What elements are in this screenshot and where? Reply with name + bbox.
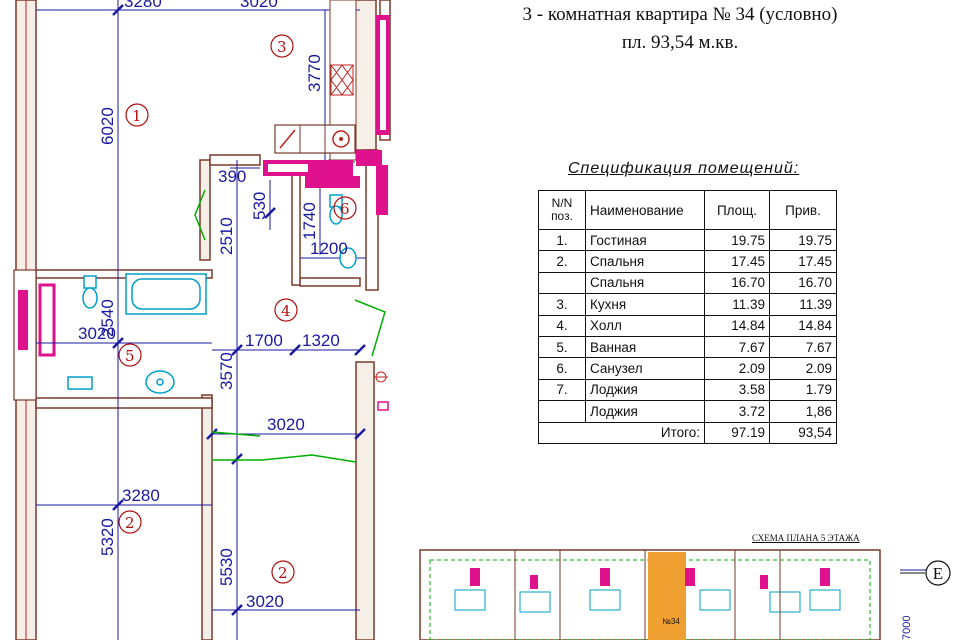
room-number-2a: 2 [125, 514, 135, 532]
spec-table: N/N поз. Наименование Площ. Прив. 1. Гост… [538, 190, 837, 444]
dim-1700: 1700 [245, 331, 283, 350]
spec-header-row: N/N поз. Наименование Площ. Прив. [538, 190, 837, 230]
row-num: 6. [538, 357, 586, 380]
row-num: 7. [538, 378, 586, 402]
room-number-1: 1 [132, 107, 142, 125]
dim-530: 530 [250, 192, 269, 220]
dim-3280-top: 3280 [124, 0, 162, 11]
dim-3020-hall: 3020 [267, 415, 305, 434]
room-number-6: 6 [340, 200, 350, 218]
col-reduced: Прив. [769, 190, 837, 230]
row-area: 14.84 [704, 314, 770, 337]
row-area: 11.39 [704, 293, 770, 316]
dim-3280-bed: 3280 [122, 486, 160, 505]
row-num: 5. [538, 335, 586, 359]
row-reduced: 19.75 [769, 228, 837, 252]
table-row: Спальня 16.70 16.70 [538, 271, 837, 295]
dim-1200: 1200 [310, 239, 348, 258]
col-area: Площ. [704, 190, 770, 230]
col-name: Наименование [585, 190, 705, 230]
row-name: Санузел [585, 357, 705, 380]
row-name: Кухня [585, 293, 705, 316]
apartment-area: пл. 93,54 м.кв. [621, 32, 739, 53]
scheme-apartment-marker: №34 [662, 617, 680, 626]
total-reduced: 93,54 [769, 421, 837, 444]
dim-1320: 1320 [302, 331, 340, 350]
table-row: 5. Ванная 7.67 7.67 [538, 335, 837, 359]
room-number-4: 4 [281, 302, 291, 320]
row-reduced: 11.39 [769, 293, 837, 316]
row-area: 7.67 [704, 335, 770, 359]
spec-body: 1. Гостиная 19.75 19.75 2. Спальня 17.45 17.45 С… [538, 228, 837, 423]
row-reduced: 17.45 [769, 250, 837, 273]
apartment-title: 3 - комнатная квартира № 34 (условно) [522, 4, 838, 25]
floor-scheme: №34 [419, 549, 881, 640]
row-area: 19.75 [704, 228, 770, 252]
row-num: 2. [538, 250, 586, 273]
total-area: 97.19 [704, 421, 770, 444]
dim-6020: 6020 [98, 107, 117, 145]
row-num [538, 271, 586, 295]
row-area: 2.09 [704, 357, 770, 380]
dim-5320: 5320 [98, 518, 117, 556]
row-reduced: 7.67 [769, 335, 837, 359]
room-number-2b: 2 [278, 564, 288, 582]
spec-title: Спецификация помещений: [568, 160, 800, 177]
dim-3020-bed: 3020 [246, 592, 284, 611]
dim-2510: 2510 [217, 217, 236, 255]
row-num: 3. [538, 293, 586, 316]
col-num: N/N поз. [538, 190, 586, 230]
row-name: Спальня [585, 271, 705, 295]
row-area: 17.45 [704, 250, 770, 273]
row-reduced: 1,86 [769, 400, 837, 423]
dim-3570: 3570 [217, 352, 236, 390]
row-reduced: 14.84 [769, 314, 837, 337]
loggia-left [13, 269, 56, 401]
axis-e-label: E [933, 564, 943, 583]
total-label: Итого: [538, 421, 705, 444]
row-name: Холл [585, 314, 705, 337]
row-reduced: 1.79 [769, 378, 837, 402]
table-row: 7. Лоджия 3.58 1.79 [538, 378, 837, 402]
row-num [538, 400, 586, 423]
row-name: Гостиная [585, 228, 705, 252]
spec-total-row: Итого: 97.19 93,54 [538, 421, 837, 444]
axis-e: E [900, 560, 951, 586]
row-name: Лоджия [585, 400, 705, 423]
row-reduced: 16.70 [769, 271, 837, 295]
dim-5530: 5530 [217, 548, 236, 586]
dim-3020-bath: 3020 [78, 324, 116, 343]
dim-3770: 3770 [305, 54, 324, 92]
row-name: Спальня [585, 250, 705, 273]
row-reduced: 2.09 [769, 357, 837, 380]
row-num: 1. [538, 228, 586, 252]
row-num: 4. [538, 314, 586, 337]
table-row: 3. Кухня 11.39 11.39 [538, 293, 837, 316]
row-name: Ванная [585, 335, 705, 359]
row-name: Лоджия [585, 378, 705, 402]
dim-1740: 1740 [300, 202, 319, 240]
table-row: Лоджия 3.72 1,86 [538, 400, 837, 423]
row-area: 16.70 [704, 271, 770, 295]
table-row: 6. Санузел 2.09 2.09 [538, 357, 837, 380]
scheme-title: СХЕМА ПЛАНА 5 ЭТАЖА [752, 533, 860, 543]
table-row: 1. Гостиная 19.75 19.75 [538, 228, 837, 252]
dim-3020-top: 3020 [240, 0, 278, 11]
table-row: 2. Спальня 17.45 17.45 [538, 250, 837, 273]
dim-7000: 7000 [901, 616, 913, 640]
room-number-3: 3 [277, 38, 287, 56]
row-area: 3.72 [704, 400, 770, 423]
table-row: 4. Холл 14.84 14.84 [538, 314, 837, 337]
dim-390: 390 [218, 167, 246, 186]
row-area: 3.58 [704, 378, 770, 402]
axis-marker-small [374, 371, 389, 411]
room-number-5: 5 [125, 347, 135, 365]
